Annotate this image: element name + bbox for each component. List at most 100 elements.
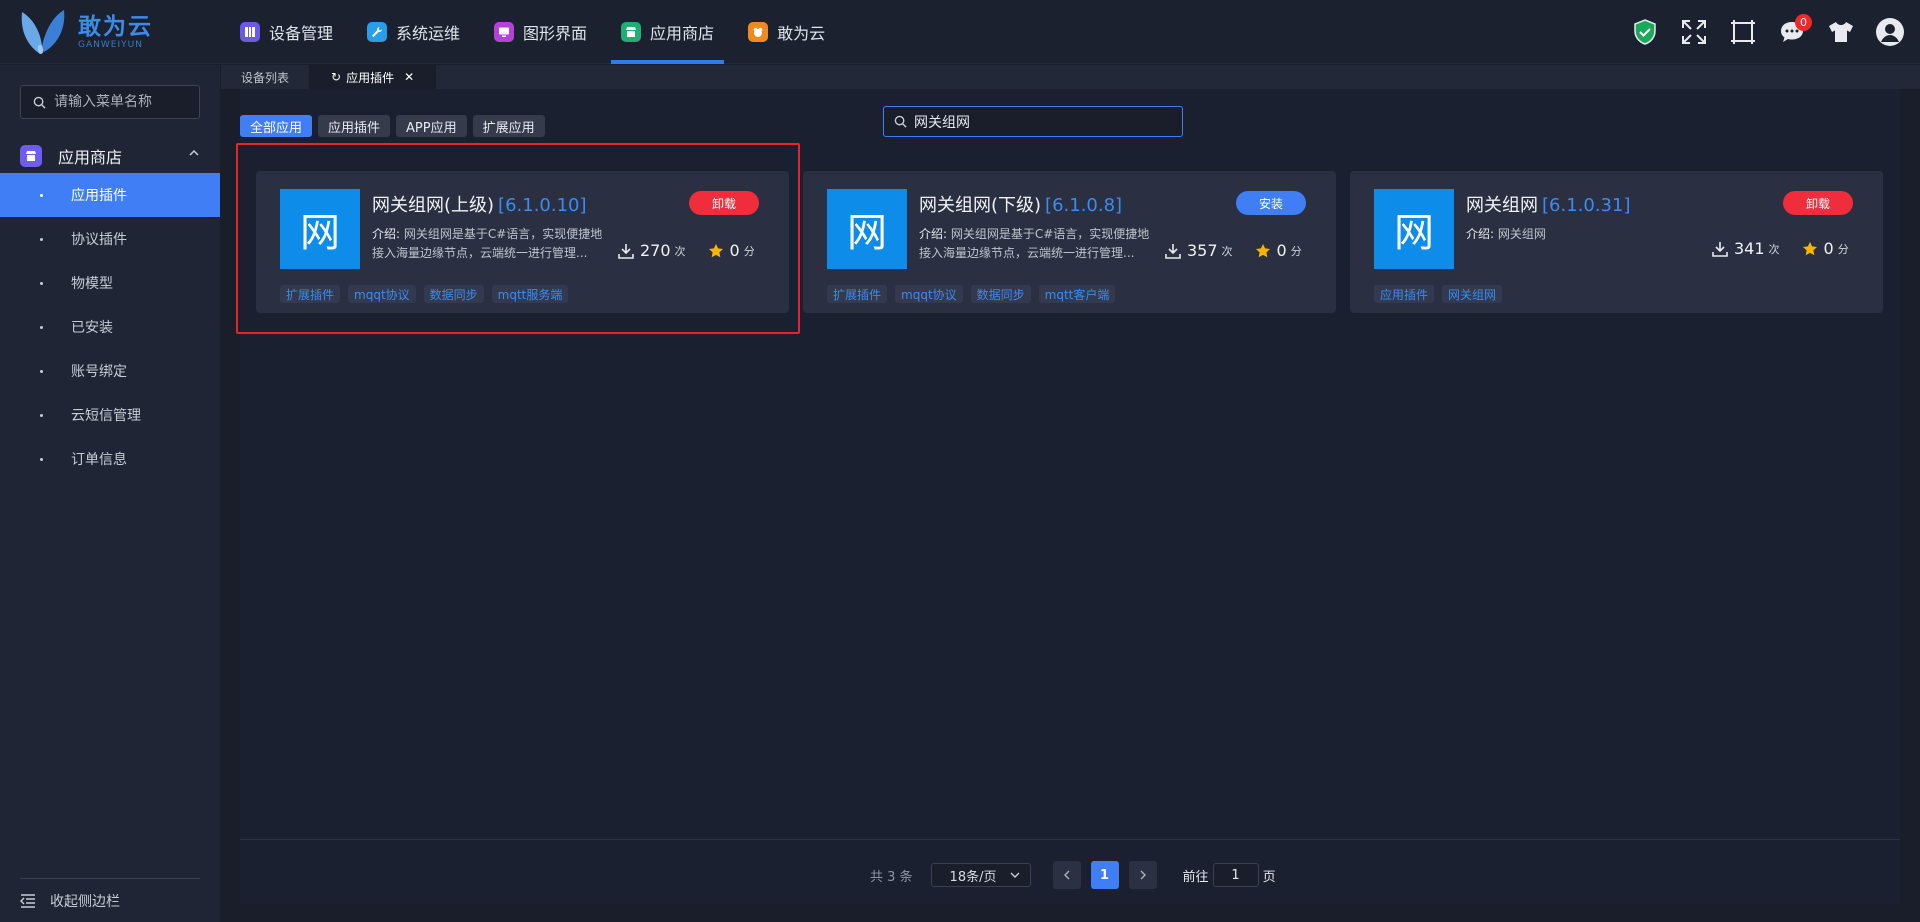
desc-label: 介绍: [372,227,401,241]
tag: 扩展插件 [827,285,888,303]
goto-page-input[interactable] [1212,863,1259,887]
message-icon[interactable]: 0 [1774,14,1812,50]
sidebar-item-cloud-sms[interactable]: 云短信管理 [0,393,220,437]
cloud-icon [748,22,769,42]
goto-label: 前往 [1182,869,1209,885]
filter-all-apps[interactable]: 全部应用 [240,115,313,137]
pagination-divider [240,839,1900,840]
fullscreen-icon[interactable] [1676,14,1712,50]
topnav-ganweiyun[interactable]: 敢为云 [738,0,835,64]
sidebar-group-app-store[interactable]: 应用商店 [0,135,220,177]
desc-text: 网关组网是基于C#语言，实现便捷地接入海量边缘节点，云端统一进行管理... [919,227,1150,260]
filter-app-plugins[interactable]: 应用插件 [318,115,391,137]
app-card-gateway[interactable]: 网 网关组网 [6.1.0.31] 介绍: 网关组网 卸载 341 次 0分 应用插… [1350,171,1883,313]
app-card-gateway-lower[interactable]: 网 网关组网(下级) [6.1.0.8] 介绍: 网关组网是基于C#语言，实现便捷… [803,171,1336,313]
next-page-button[interactable] [1128,861,1157,889]
page-number-button[interactable]: 1 [1090,861,1119,889]
tag: mqtt服务端 [491,285,569,303]
main-content: 全部应用 应用插件 APP应用 扩展应用 网 网关组网(上级)[6.1.0.10… [240,89,1900,904]
device-icon [240,22,260,42]
tag: 网关组网 [1442,285,1503,303]
store-icon [621,22,642,42]
tag: mqqt协议 [895,285,963,303]
topnav-app-store[interactable]: 应用商店 [611,0,725,64]
filter-app-applications[interactable]: APP应用 [396,115,467,137]
app-version: [6.1.0.31] [1542,195,1631,216]
sidebar: 应用商店 应用插件 协议插件 物模型 已安装 账号绑定 云短信管理 订单信息 收… [0,65,220,922]
sidebar-item-app-plugins[interactable]: 应用插件 [0,173,220,217]
score-value: 0 [1823,239,1834,258]
install-button[interactable]: 安装 [1236,191,1306,215]
desc-text: 网关组网是基于C#语言，实现便捷地接入海量边缘节点，云端统一进行管理... [372,227,603,260]
tab-label: 应用插件 [346,70,395,85]
desc-label: 介绍: [919,227,948,241]
uninstall-button[interactable]: 卸载 [1783,191,1853,215]
filter-extension-apps[interactable]: 扩展应用 [472,115,545,137]
app-search-input[interactable] [914,113,1174,130]
prev-page-button[interactable] [1052,861,1081,889]
download-unit: 次 [1221,244,1233,258]
tab-device-list[interactable]: 设备列表 [221,65,309,89]
menu-search-box[interactable] [20,85,200,119]
app-version: [6.1.0.8] [1045,195,1123,216]
download-unit: 次 [1768,242,1780,256]
tab-label: 设备列表 [241,70,290,85]
score-value: 0 [729,241,740,260]
app-name: 网关组网 [1466,195,1538,216]
top-bar: 敢为云 GANWEIYUN 设备管理 系统运维 图形界面 应用商店 敢为云 0 [0,0,1920,64]
wrench-icon [367,22,388,42]
user-avatar-icon[interactable] [1872,14,1908,50]
app-logo[interactable]: 敢为云 GANWEIYUN [18,6,168,58]
app-logo-tile: 网 [1374,189,1454,269]
sidebar-item-protocol-plugins[interactable]: 协议插件 [0,217,220,261]
app-logo-tile: 网 [280,189,360,269]
shield-icon[interactable] [1627,14,1663,50]
sidebar-item-label: 已安装 [71,320,113,336]
app-name: 网关组网(上级) [372,195,495,216]
sidebar-item-label: 应用插件 [71,188,127,204]
page-size-select[interactable]: 18条/页 [930,863,1031,887]
topnav-label: 图形界面 [523,24,588,43]
collapse-menu-icon [20,893,35,908]
header-actions: 0 [1614,14,1908,50]
category-filters: 全部应用 应用插件 APP应用 扩展应用 [240,115,551,137]
theme-shirt-icon[interactable] [1823,14,1859,50]
page-tabs: 设备列表 ↻ 应用插件 ✕ [221,65,1920,89]
app-description: 介绍: 网关组网 [1466,225,1698,263]
page-size-value: 18条/页 [949,869,997,885]
sidebar-item-orders[interactable]: 订单信息 [0,437,220,481]
goto-page: 前往 页 [1183,863,1276,887]
download-count: 357 [1187,241,1218,260]
sidebar-item-account-binding[interactable]: 账号绑定 [0,349,220,393]
uninstall-button[interactable]: 卸载 [689,191,759,215]
download-unit: 次 [674,244,686,258]
app-search-box[interactable] [883,106,1183,137]
app-tags: 应用插件 网关组网 [1374,285,1510,303]
topnav-device-management[interactable]: 设备管理 [230,0,343,64]
collapse-sidebar-button[interactable]: 收起侧边栏 [20,878,200,922]
sidebar-item-thing-model[interactable]: 物模型 [0,261,220,305]
menu-search-input[interactable] [54,94,194,110]
app-card-gateway-upper[interactable]: 网 网关组网(上级) [6.1.0.10] 介绍: 网关组网是基于C#语言，实现便… [256,171,789,313]
score-unit: 分 [743,244,755,258]
screen-frame-icon[interactable] [1725,14,1761,50]
refresh-icon[interactable]: ↻ [331,70,341,84]
star-icon [1802,241,1817,255]
app-description: 介绍: 网关组网是基于C#语言，实现便捷地接入海量边缘节点，云端统一进行管理..… [372,225,604,263]
tab-app-plugins[interactable]: ↻ 应用插件 ✕ [309,65,437,89]
tag: mqqt协议 [348,285,416,303]
close-icon[interactable]: ✕ [404,70,414,84]
tag: mqtt客户端 [1038,285,1116,303]
chevron-left-icon [1063,870,1070,880]
app-name: 网关组网(下级) [919,195,1042,216]
sidebar-group-label: 应用商店 [58,148,123,167]
desc-label: 介绍: [1466,227,1495,241]
tag: 扩展插件 [280,285,341,303]
topnav-system-ops[interactable]: 系统运维 [357,0,470,64]
monitor-icon [494,22,515,42]
topnav-graphic-ui[interactable]: 图形界面 [484,0,597,64]
download-count: 341 [1734,239,1765,258]
sidebar-item-installed[interactable]: 已安装 [0,305,220,349]
goto-suffix: 页 [1262,869,1276,885]
tag: 数据同步 [423,285,484,303]
